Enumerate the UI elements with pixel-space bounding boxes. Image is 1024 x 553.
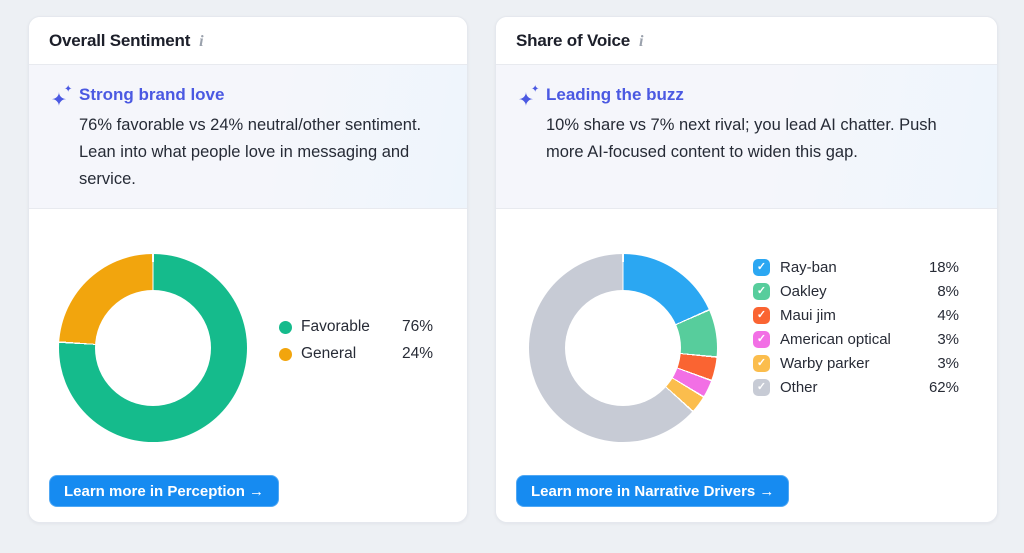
legend-checkbox[interactable]: ✓ [753, 259, 770, 276]
legend-label: Maui jim [780, 307, 836, 324]
legend-color-dot [279, 347, 292, 361]
learn-more-narrative-drivers-button[interactable]: Learn more in Narrative Drivers → [516, 475, 790, 507]
overall-sentiment-card: Overall Sentiment i ✦ ✦ Strong brand lov… [28, 16, 468, 523]
info-icon[interactable]: i [199, 32, 203, 50]
legend-label: Ray-ban [780, 259, 837, 276]
learn-more-perception-button[interactable]: Learn more in Perception → [49, 475, 280, 507]
legend-item: ✓ Maui jim 4% [753, 307, 959, 324]
legend-value: 62% [928, 379, 959, 396]
legend-checkbox[interactable]: ✓ [753, 331, 770, 348]
legend-value: 4% [937, 307, 959, 324]
legend-label: Favorable [301, 318, 370, 335]
legend-item: ✓ Ray-ban 18% [753, 259, 959, 276]
card-header: Overall Sentiment i [29, 17, 467, 65]
legend-value: 24% [401, 345, 433, 362]
sentiment-legend: Favorable 76% General 24% [279, 318, 433, 363]
legend-checkbox[interactable]: ✓ [753, 355, 770, 372]
share-of-voice-donut-chart[interactable] [529, 254, 717, 442]
legend-label: Other [780, 379, 818, 396]
legend-color-dot [279, 320, 292, 334]
legend-label: Warby parker [780, 355, 870, 372]
info-icon[interactable]: i [639, 32, 643, 50]
legend-value: 76% [401, 318, 433, 335]
insight-body: 10% share vs 7% next rival; you lead AI … [546, 116, 937, 161]
card-title: Share of Voice [516, 30, 631, 50]
legend-item: ✓ Oakley 8% [753, 283, 959, 300]
card-header: Share of Voice i [496, 17, 997, 65]
share-of-voice-legend: ✓ Ray-ban 18% ✓ Oakley 8% ✓ Maui jim 4% ✓ American… [753, 259, 959, 396]
sparkles-icon: ✦ ✦ [518, 84, 540, 111]
insight-headline: Leading the buzz [546, 85, 684, 104]
legend-item: ✓ American optical 3% [753, 331, 959, 348]
legend-value: 18% [928, 259, 959, 276]
ai-insight-panel: ✦ ✦ Strong brand love 76% favorable vs 2… [29, 65, 467, 209]
legend-label: General [301, 345, 357, 362]
legend-item: ✓ Other 62% [753, 379, 959, 396]
sparkles-icon: ✦ ✦ [51, 84, 73, 111]
share-of-voice-card: Share of Voice i ✦ ✦ Leading the buzz 10… [495, 16, 998, 523]
legend-value: 3% [937, 355, 959, 372]
legend-value: 8% [937, 283, 959, 300]
legend-checkbox[interactable]: ✓ [753, 283, 770, 300]
legend-checkbox[interactable]: ✓ [753, 379, 770, 396]
insight-body: 76% favorable vs 24% neutral/other senti… [79, 116, 422, 188]
card-title: Overall Sentiment [49, 30, 191, 50]
legend-label: Oakley [780, 283, 827, 300]
dashboard-canvas: Overall Sentiment i ✦ ✦ Strong brand lov… [0, 0, 1024, 553]
legend-label: American optical [780, 331, 891, 348]
ai-insight-panel: ✦ ✦ Leading the buzz 10% share vs 7% nex… [496, 65, 997, 209]
legend-item: General 24% [279, 345, 433, 363]
legend-item: ✓ Warby parker 3% [753, 355, 959, 372]
insight-headline: Strong brand love [79, 85, 225, 104]
legend-value: 3% [937, 331, 959, 348]
legend-item: Favorable 76% [279, 318, 433, 336]
legend-checkbox[interactable]: ✓ [753, 307, 770, 324]
sentiment-donut-chart[interactable] [59, 254, 247, 442]
